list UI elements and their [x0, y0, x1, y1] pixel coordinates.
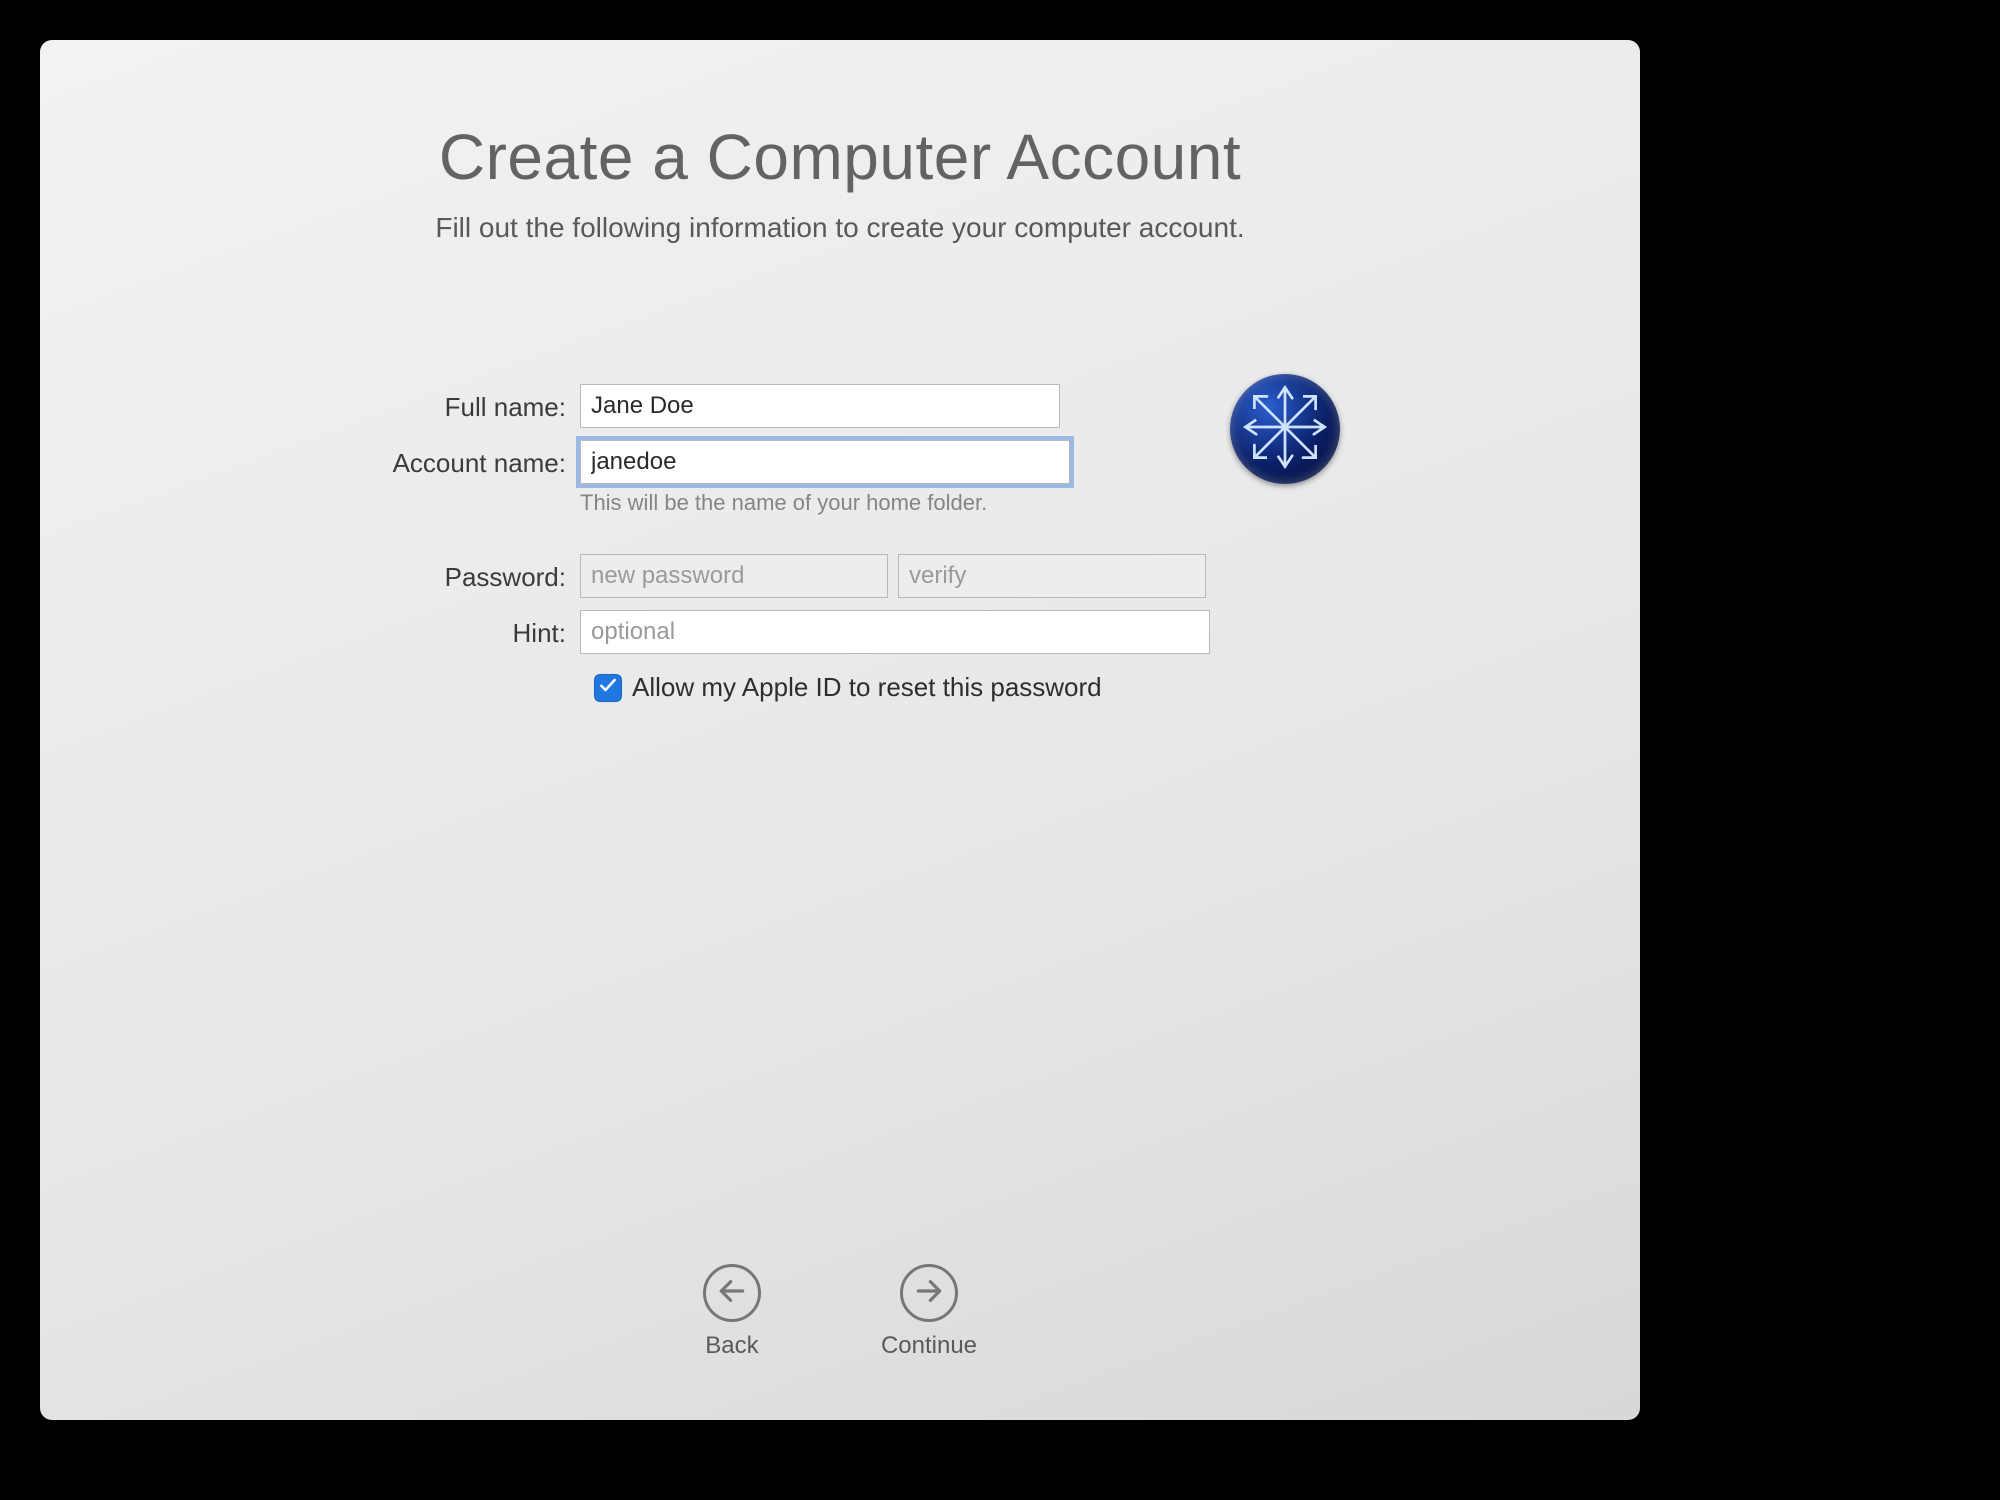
account-form: Full name: Account name: This will be th… [250, 384, 1430, 703]
arrow-left-icon [716, 1275, 748, 1312]
hint-label: Hint: [250, 610, 580, 649]
account-name-label: Account name: [250, 440, 580, 479]
back-label: Back [705, 1332, 758, 1360]
arrow-right-icon [913, 1275, 945, 1312]
full-name-input[interactable] [580, 384, 1060, 428]
page-subtitle: Fill out the following information to cr… [40, 212, 1640, 244]
account-avatar[interactable] [1230, 374, 1340, 484]
hint-input[interactable] [580, 610, 1210, 654]
password-verify-input[interactable] [898, 554, 1206, 598]
snowflake-icon [1240, 382, 1330, 477]
password-input[interactable] [580, 554, 888, 598]
account-name-input[interactable] [580, 440, 1070, 484]
apple-id-reset-label: Allow my Apple ID to reset this password [632, 672, 1102, 703]
back-button[interactable]: Back [703, 1264, 761, 1360]
page-title: Create a Computer Account [40, 120, 1640, 194]
setup-window: Create a Computer Account Fill out the f… [40, 40, 1640, 1420]
nav-bar: Back Continue [40, 1264, 1640, 1360]
full-name-label: Full name: [250, 384, 580, 423]
continue-button[interactable]: Continue [881, 1264, 977, 1360]
password-label: Password: [250, 554, 580, 593]
account-name-hint: This will be the name of your home folde… [580, 490, 1210, 516]
continue-label: Continue [881, 1332, 977, 1360]
checkmark-icon [598, 675, 618, 700]
apple-id-reset-checkbox[interactable] [594, 674, 622, 702]
